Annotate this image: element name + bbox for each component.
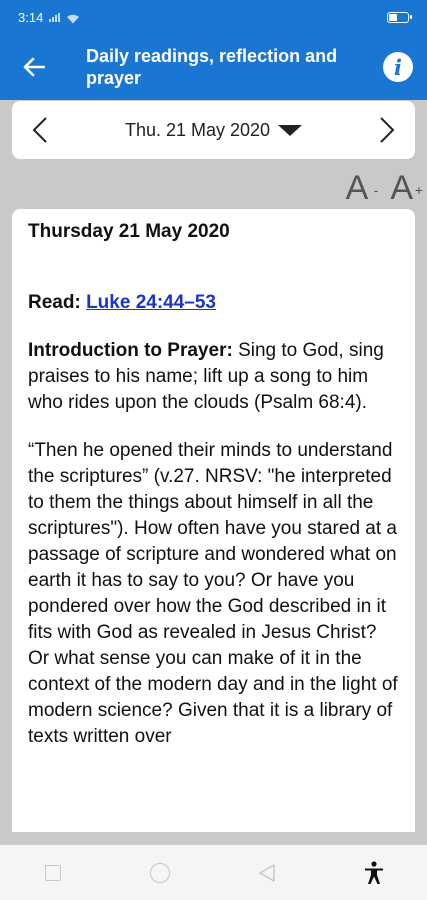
read-line: Read: Luke 24:44–53 xyxy=(28,290,399,316)
status-time: 3:14 xyxy=(18,9,44,25)
battery-icon xyxy=(387,11,412,23)
date-navigator: Thu. 21 May 2020 xyxy=(12,101,415,159)
reading-content: Thursday 21 May 2020 Read: Luke 24:44–53… xyxy=(12,209,415,832)
increase-font-sup: + xyxy=(414,182,423,198)
status-left: 3:14 xyxy=(18,10,80,25)
date-picker[interactable]: Thu. 21 May 2020 xyxy=(124,119,303,141)
increase-font-button[interactable]: A + xyxy=(390,169,423,207)
info-button[interactable]: i xyxy=(383,52,413,82)
recents-button[interactable] xyxy=(23,845,83,900)
intro-paragraph: Introduction to Prayer: Sing to God, sin… xyxy=(28,338,399,416)
back-button[interactable] xyxy=(0,34,68,100)
accessibility-icon xyxy=(364,860,383,884)
decrease-font-button[interactable]: A- xyxy=(345,169,379,207)
page-title: Daily readings, reflection and prayer xyxy=(86,46,338,88)
decrease-font-sup: - xyxy=(373,182,379,198)
signal-icon xyxy=(49,12,61,22)
chevron-left-icon xyxy=(32,117,47,143)
date-label: Thu. 21 May 2020 xyxy=(124,119,271,140)
square-icon xyxy=(45,864,62,881)
increase-font-label: A xyxy=(390,169,413,207)
intro-label: Introduction to Prayer: xyxy=(28,340,233,361)
home-button[interactable] xyxy=(130,845,190,900)
triangle-back-icon xyxy=(259,863,275,882)
next-day-button[interactable] xyxy=(359,101,415,159)
system-back-button[interactable] xyxy=(237,845,297,900)
app-bar: Daily readings, reflection and prayer i xyxy=(0,34,427,100)
system-nav-bar xyxy=(0,845,427,900)
arrow-left-icon xyxy=(23,57,45,77)
chevron-right-icon xyxy=(380,117,395,143)
previous-day-button[interactable] xyxy=(12,101,68,159)
reading-heading: Thursday 21 May 2020 xyxy=(28,221,230,242)
caret-down-icon xyxy=(278,124,303,136)
info-icon: i xyxy=(394,54,402,80)
decrease-font-label: A xyxy=(345,169,369,207)
scripture-link[interactable]: Luke 24:44–53 xyxy=(86,292,216,313)
read-label: Read: xyxy=(28,292,81,313)
accessibility-button[interactable] xyxy=(344,845,404,900)
status-bar: 3:14 xyxy=(0,0,427,34)
circle-icon xyxy=(150,862,171,883)
body-paragraph: “Then he opened their minds to understan… xyxy=(28,440,398,747)
font-size-controls: A- A + xyxy=(345,165,423,207)
wifi-icon xyxy=(66,12,80,24)
